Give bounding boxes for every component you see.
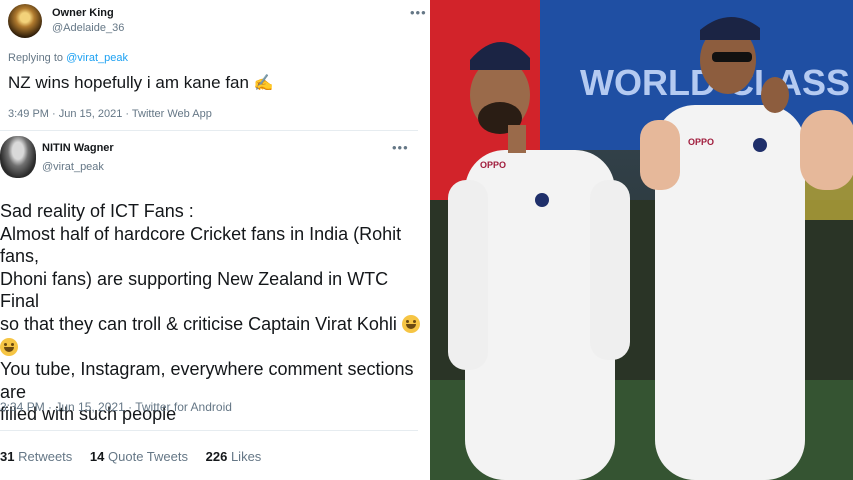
tweet-more-icon[interactable]: ••• — [392, 140, 409, 155]
tweet-timestamp[interactable]: 3:34 PM · Jun 15, 2021 · Twitter for And… — [0, 400, 232, 414]
nitin-wagner-avatar[interactable] — [0, 136, 36, 178]
jersey-logo-right: OPPO — [688, 137, 714, 147]
photo-illustration: WORLD-CLASS LUBR OPPO OPPO — [430, 0, 853, 480]
tweet-text: Sad reality of ICT Fans : Almost half of… — [0, 200, 420, 426]
reply-more-icon[interactable]: ••• — [410, 5, 427, 20]
tweet-line: Sad reality of ICT Fans : — [0, 201, 194, 221]
grinning-emoji — [401, 314, 420, 333]
reply-text: NZ wins hopefully i am kane fan ✍ — [8, 73, 274, 93]
reply-timestamp[interactable]: 3:49 PM · Jun 15, 2021 · Twitter Web App — [8, 108, 212, 120]
tweet-line: Almost half of hardcore Cricket fans in … — [0, 223, 402, 267]
tweet-line: so that they can troll & criticise Capta… — [0, 313, 420, 336]
likes-stat[interactable]: 226 Likes — [206, 449, 262, 464]
cricket-photo: WORLD-CLASS LUBR OPPO OPPO — [430, 0, 853, 480]
tweet-stats: 31 Retweets 14 Quote Tweets 226 Likes — [0, 449, 275, 464]
tweet-line: Dhoni fans) are supporting New Zealand i… — [0, 268, 389, 312]
tweet-line-text: so that they can troll & criticise Capta… — [0, 313, 397, 334]
tweet-author-handle[interactable]: @virat_peak — [42, 161, 104, 173]
reply-author-name[interactable]: Owner King — [52, 7, 114, 19]
divider — [0, 130, 418, 131]
reply-author-handle[interactable]: @Adelaide_36 — [52, 22, 124, 34]
writing-hand-emoji: ✍ — [253, 75, 274, 92]
jersey-logo-left: OPPO — [480, 160, 506, 170]
tweet-panel: Owner King @Adelaide_36 ••• Replying to … — [0, 0, 430, 480]
tweet-line — [0, 336, 420, 359]
retweets-stat[interactable]: 31 Retweets — [0, 449, 72, 464]
replying-prefix: Replying to — [8, 52, 64, 64]
divider — [0, 430, 418, 431]
owner-king-avatar[interactable] — [8, 4, 42, 38]
tweet-author-name[interactable]: NITIN Wagner — [42, 142, 114, 154]
replying-handle-link[interactable]: @virat_peak — [66, 52, 128, 64]
reply-text-content: NZ wins hopefully i am kane fan — [8, 73, 249, 92]
replying-to: Replying to @virat_peak — [8, 52, 128, 64]
tweet-line: You tube, Instagram, everywhere comment … — [0, 359, 414, 402]
grinning-emoji — [0, 337, 18, 356]
quote-tweets-stat[interactable]: 14 Quote Tweets — [90, 449, 188, 464]
